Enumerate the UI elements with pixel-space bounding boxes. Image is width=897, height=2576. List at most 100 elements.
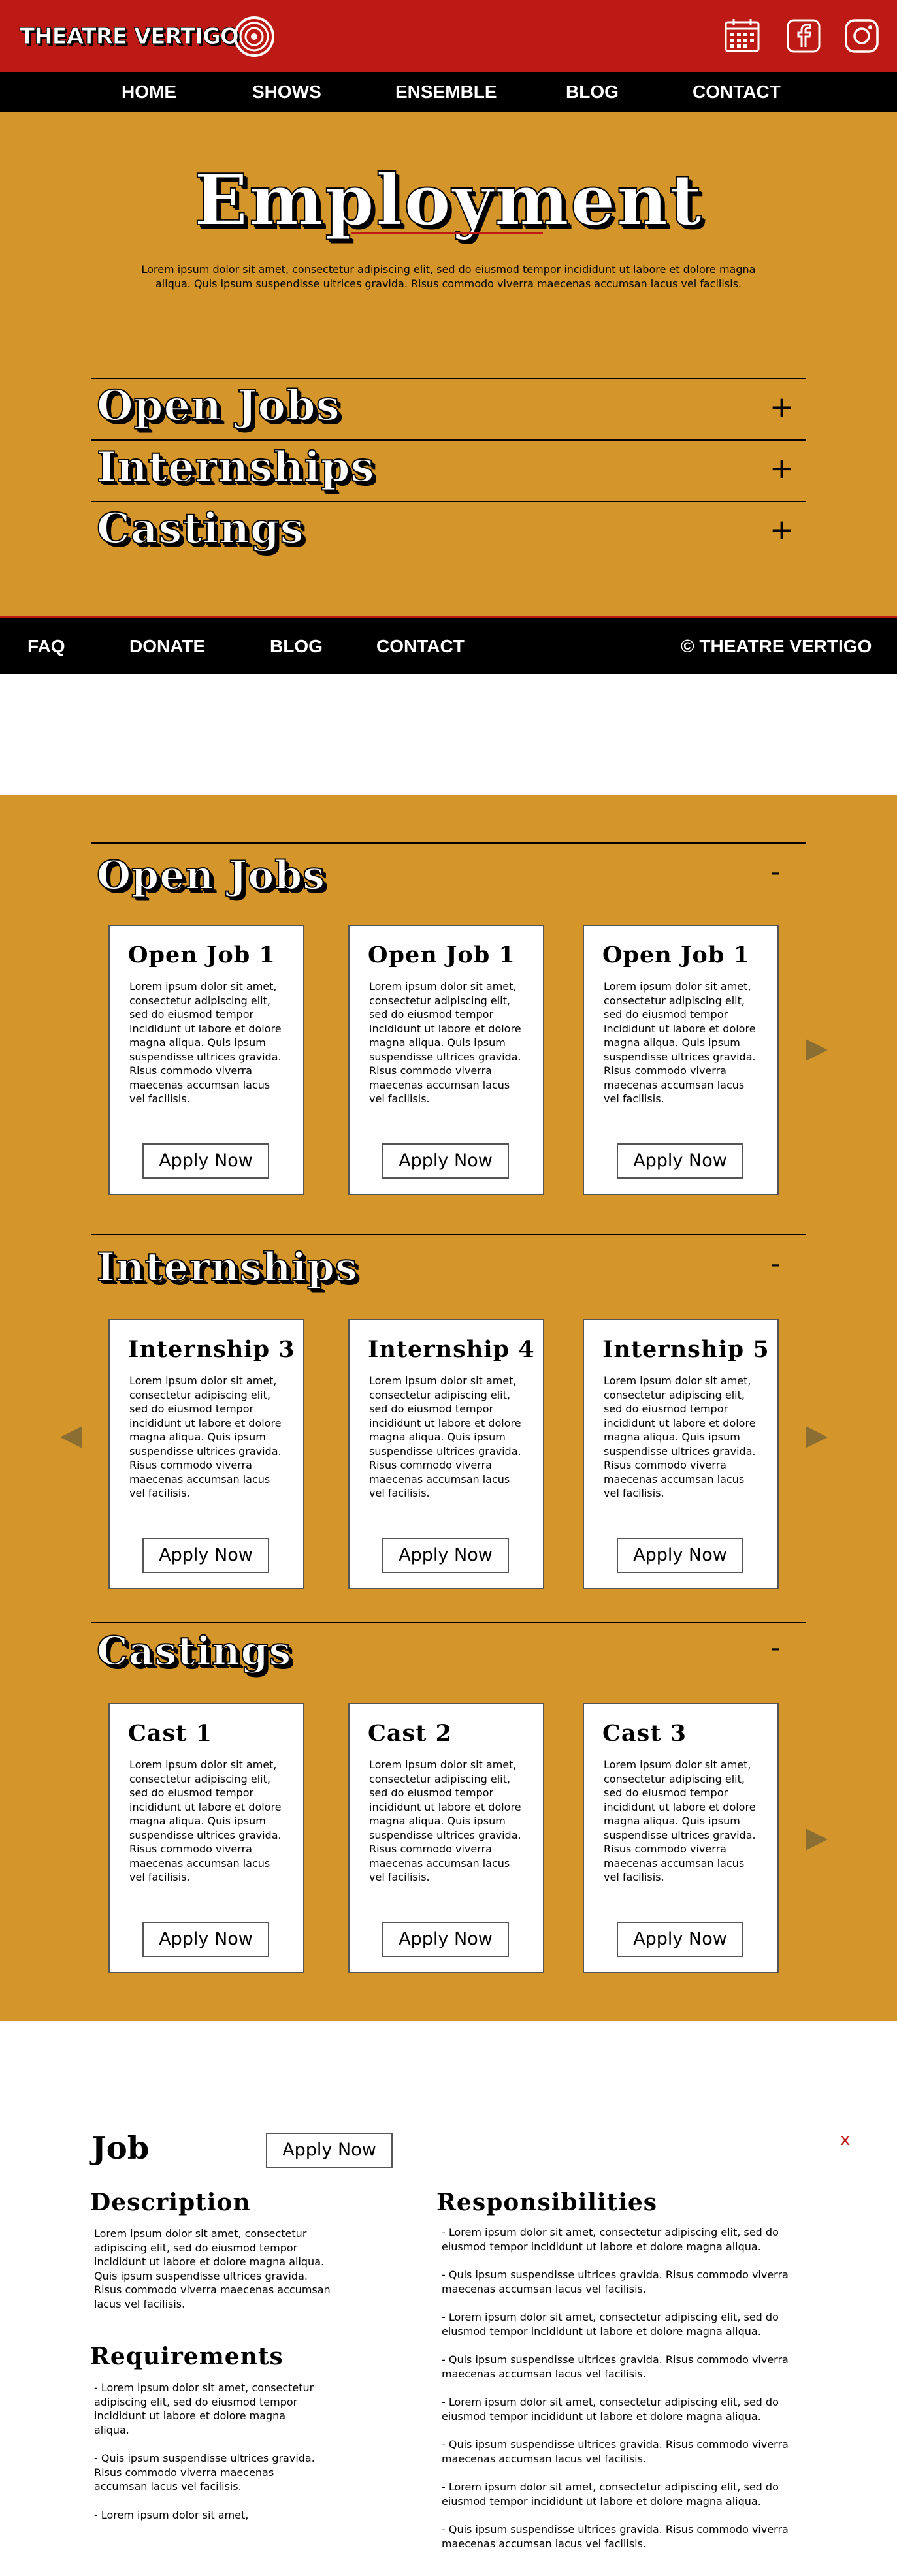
footer-blog[interactable]: BLOG [270, 618, 323, 674]
divider [91, 1234, 806, 1235]
divider [91, 439, 806, 441]
responsibilities-heading: Responsibilities [436, 2189, 658, 2216]
card-title: Internship 3 [128, 1336, 295, 1363]
divider [91, 501, 806, 502]
list-item: - Lorem ipsum dolor sit amet, consectetu… [442, 2311, 779, 2338]
apply-now-button[interactable]: Apply Now [617, 1538, 743, 1573]
card-text: Lorem ipsum dolor sit amet, consectetur … [369, 980, 521, 1105]
divider [91, 1622, 806, 1623]
description-heading: Description [90, 2189, 251, 2216]
apply-now-button[interactable]: Apply Now [142, 1143, 269, 1179]
expand-castings-toggle[interactable]: + [770, 516, 794, 545]
carousel-next-arrow[interactable] [806, 1039, 828, 1061]
nav-contact[interactable]: CONTACT [693, 72, 781, 112]
page-title: Employment [193, 159, 704, 242]
card-text: Lorem ipsum dolor sit amet, consectetur … [369, 1375, 521, 1499]
card-text: Lorem ipsum dolor sit amet, consectetur … [604, 980, 756, 1105]
section-title-internships[interactable]: Internships [96, 1244, 358, 1291]
site-footer: FAQ DONATE BLOG CONTACT © THEATRE VERTIG… [0, 616, 897, 674]
job-detail-title: Job [91, 2130, 150, 2167]
apply-now-button[interactable]: Apply Now [617, 1143, 743, 1179]
expand-internships-toggle[interactable]: + [770, 454, 794, 483]
card-title: Internship 5 [602, 1336, 770, 1363]
card-title: Cast 1 [128, 1720, 212, 1747]
apply-now-button[interactable]: Apply Now [382, 1143, 509, 1179]
apply-now-button[interactable]: Apply Now [142, 1538, 269, 1573]
main-nav: HOME SHOWS ENSEMBLE BLOG CONTACT [0, 72, 897, 112]
divider [91, 842, 806, 844]
divider [91, 378, 806, 379]
card-text: Lorem ipsum dolor sit amet, consectetur … [604, 1375, 756, 1499]
card-text: Lorem ipsum dolor sit amet, consectetur … [129, 980, 282, 1105]
accordion-open-jobs[interactable]: Open Jobs [96, 381, 340, 431]
expand-open-jobs-toggle[interactable]: + [770, 393, 794, 422]
requirements-heading: Requirements [90, 2343, 284, 2370]
casting-card: Cast 2 Lorem ipsum dolor sit amet, conse… [348, 1703, 544, 1973]
list-item: - Lorem ipsum dolor sit amet, consectetu… [442, 2226, 779, 2253]
list-item: - Quis ipsum suspendisse ultrices gravid… [442, 2268, 789, 2295]
card-text: Lorem ipsum dolor sit amet, consectetur … [129, 1758, 282, 1883]
list-item: - Quis ipsum suspendisse ultrices gravid… [442, 2523, 789, 2550]
footer-donate[interactable]: DONATE [129, 618, 205, 674]
vertigo-swirl-icon [233, 16, 274, 57]
job-card: Open Job 1 Lorem ipsum dolor sit amet, c… [348, 925, 544, 1195]
card-title: Cast 2 [368, 1720, 452, 1747]
card-title: Open Job 1 [602, 942, 750, 968]
apply-now-button[interactable]: Apply Now [382, 1922, 509, 1957]
card-text: Lorem ipsum dolor sit amet, consectetur … [369, 1758, 521, 1883]
responsibilities-list: - Lorem ipsum dolor sit amet, consectetu… [442, 2225, 794, 2565]
site-logo[interactable]: THEATRE VERTIGO [20, 16, 275, 57]
expanded-listings: Open Jobs - Open Job 1 Lorem ipsum dolor… [0, 795, 897, 2021]
collapse-internships-toggle[interactable]: - [771, 1251, 780, 1277]
footer-faq[interactable]: FAQ [27, 618, 65, 674]
close-icon[interactable]: x [840, 2130, 850, 2150]
internship-card: Internship 5 Lorem ipsum dolor sit amet,… [583, 1319, 779, 1589]
section-title-castings[interactable]: Castings [96, 1628, 291, 1675]
collapse-open-jobs-toggle[interactable]: - [771, 859, 780, 885]
calendar-icon[interactable] [723, 17, 761, 55]
nav-home[interactable]: HOME [122, 72, 176, 112]
list-item: - Lorem ipsum dolor sit amet, consectetu… [94, 2381, 314, 2436]
accordion-castings[interactable]: Castings [96, 503, 304, 554]
carousel-next-arrow[interactable] [806, 1426, 828, 1448]
card-title: Cast 3 [602, 1720, 687, 1747]
list-item: - Quis ipsum suspendisse ultrices gravid… [442, 2438, 789, 2465]
section-title-open-jobs[interactable]: Open Jobs [96, 852, 325, 899]
collapse-castings-toggle[interactable]: - [771, 1635, 780, 1661]
footer-copyright: © THEATRE VERTIGO [681, 636, 872, 656]
apply-now-button[interactable]: Apply Now [382, 1538, 509, 1573]
list-item: - Lorem ipsum dolor sit amet, consectetu… [442, 2396, 779, 2423]
logo-text: THEATRE VERTIGO [20, 24, 240, 50]
nav-blog[interactable]: BLOG [566, 72, 619, 112]
list-item: - Quis ipsum suspendisse ultrices gravid… [442, 2353, 789, 2380]
carousel-next-arrow[interactable] [806, 1828, 828, 1851]
internship-card: Internship 3 Lorem ipsum dolor sit amet,… [108, 1319, 304, 1589]
title-underline [351, 232, 543, 234]
list-item: - Lorem ipsum dolor sit amet, [94, 2508, 249, 2521]
nav-ensemble[interactable]: ENSEMBLE [395, 72, 497, 112]
apply-now-button[interactable]: Apply Now [617, 1922, 743, 1957]
facebook-icon[interactable] [785, 17, 823, 55]
intro-text: Lorem ipsum dolor sit amet, consectetur … [141, 263, 756, 290]
casting-card: Cast 1 Lorem ipsum dolor sit amet, conse… [108, 1703, 304, 1973]
job-apply-now-button[interactable]: Apply Now [266, 2133, 393, 2168]
list-item: - Quis ipsum suspendisse ultrices gravid… [94, 2452, 315, 2492]
list-item: - Lorem ipsum dolor sit amet, consectetu… [442, 2481, 779, 2507]
accordion-internships[interactable]: Internships [96, 442, 375, 492]
requirements-list: - Lorem ipsum dolor sit amet, consectetu… [94, 2381, 316, 2536]
footer-contact[interactable]: CONTACT [376, 618, 465, 674]
job-card: Open Job 1 Lorem ipsum dolor sit amet, c… [108, 925, 304, 1195]
apply-now-button[interactable]: Apply Now [142, 1922, 269, 1957]
site-header: THEATRE VERTIGO [0, 0, 897, 72]
carousel-prev-arrow[interactable] [60, 1426, 82, 1448]
nav-shows[interactable]: SHOWS [252, 72, 321, 112]
card-title: Open Job 1 [128, 942, 276, 968]
internship-card: Internship 4 Lorem ipsum dolor sit amet,… [348, 1319, 544, 1589]
instagram-icon[interactable] [843, 17, 881, 55]
card-title: Internship 4 [368, 1336, 535, 1363]
description-text: Lorem ipsum dolor sit amet, consectetur … [94, 2227, 331, 2310]
card-text: Lorem ipsum dolor sit amet, consectetur … [129, 1375, 282, 1499]
casting-card: Cast 3 Lorem ipsum dolor sit amet, conse… [583, 1703, 779, 1973]
employment-section: Employment Lorem ipsum dolor sit amet, c… [0, 112, 897, 616]
job-card: Open Job 1 Lorem ipsum dolor sit amet, c… [583, 925, 779, 1195]
